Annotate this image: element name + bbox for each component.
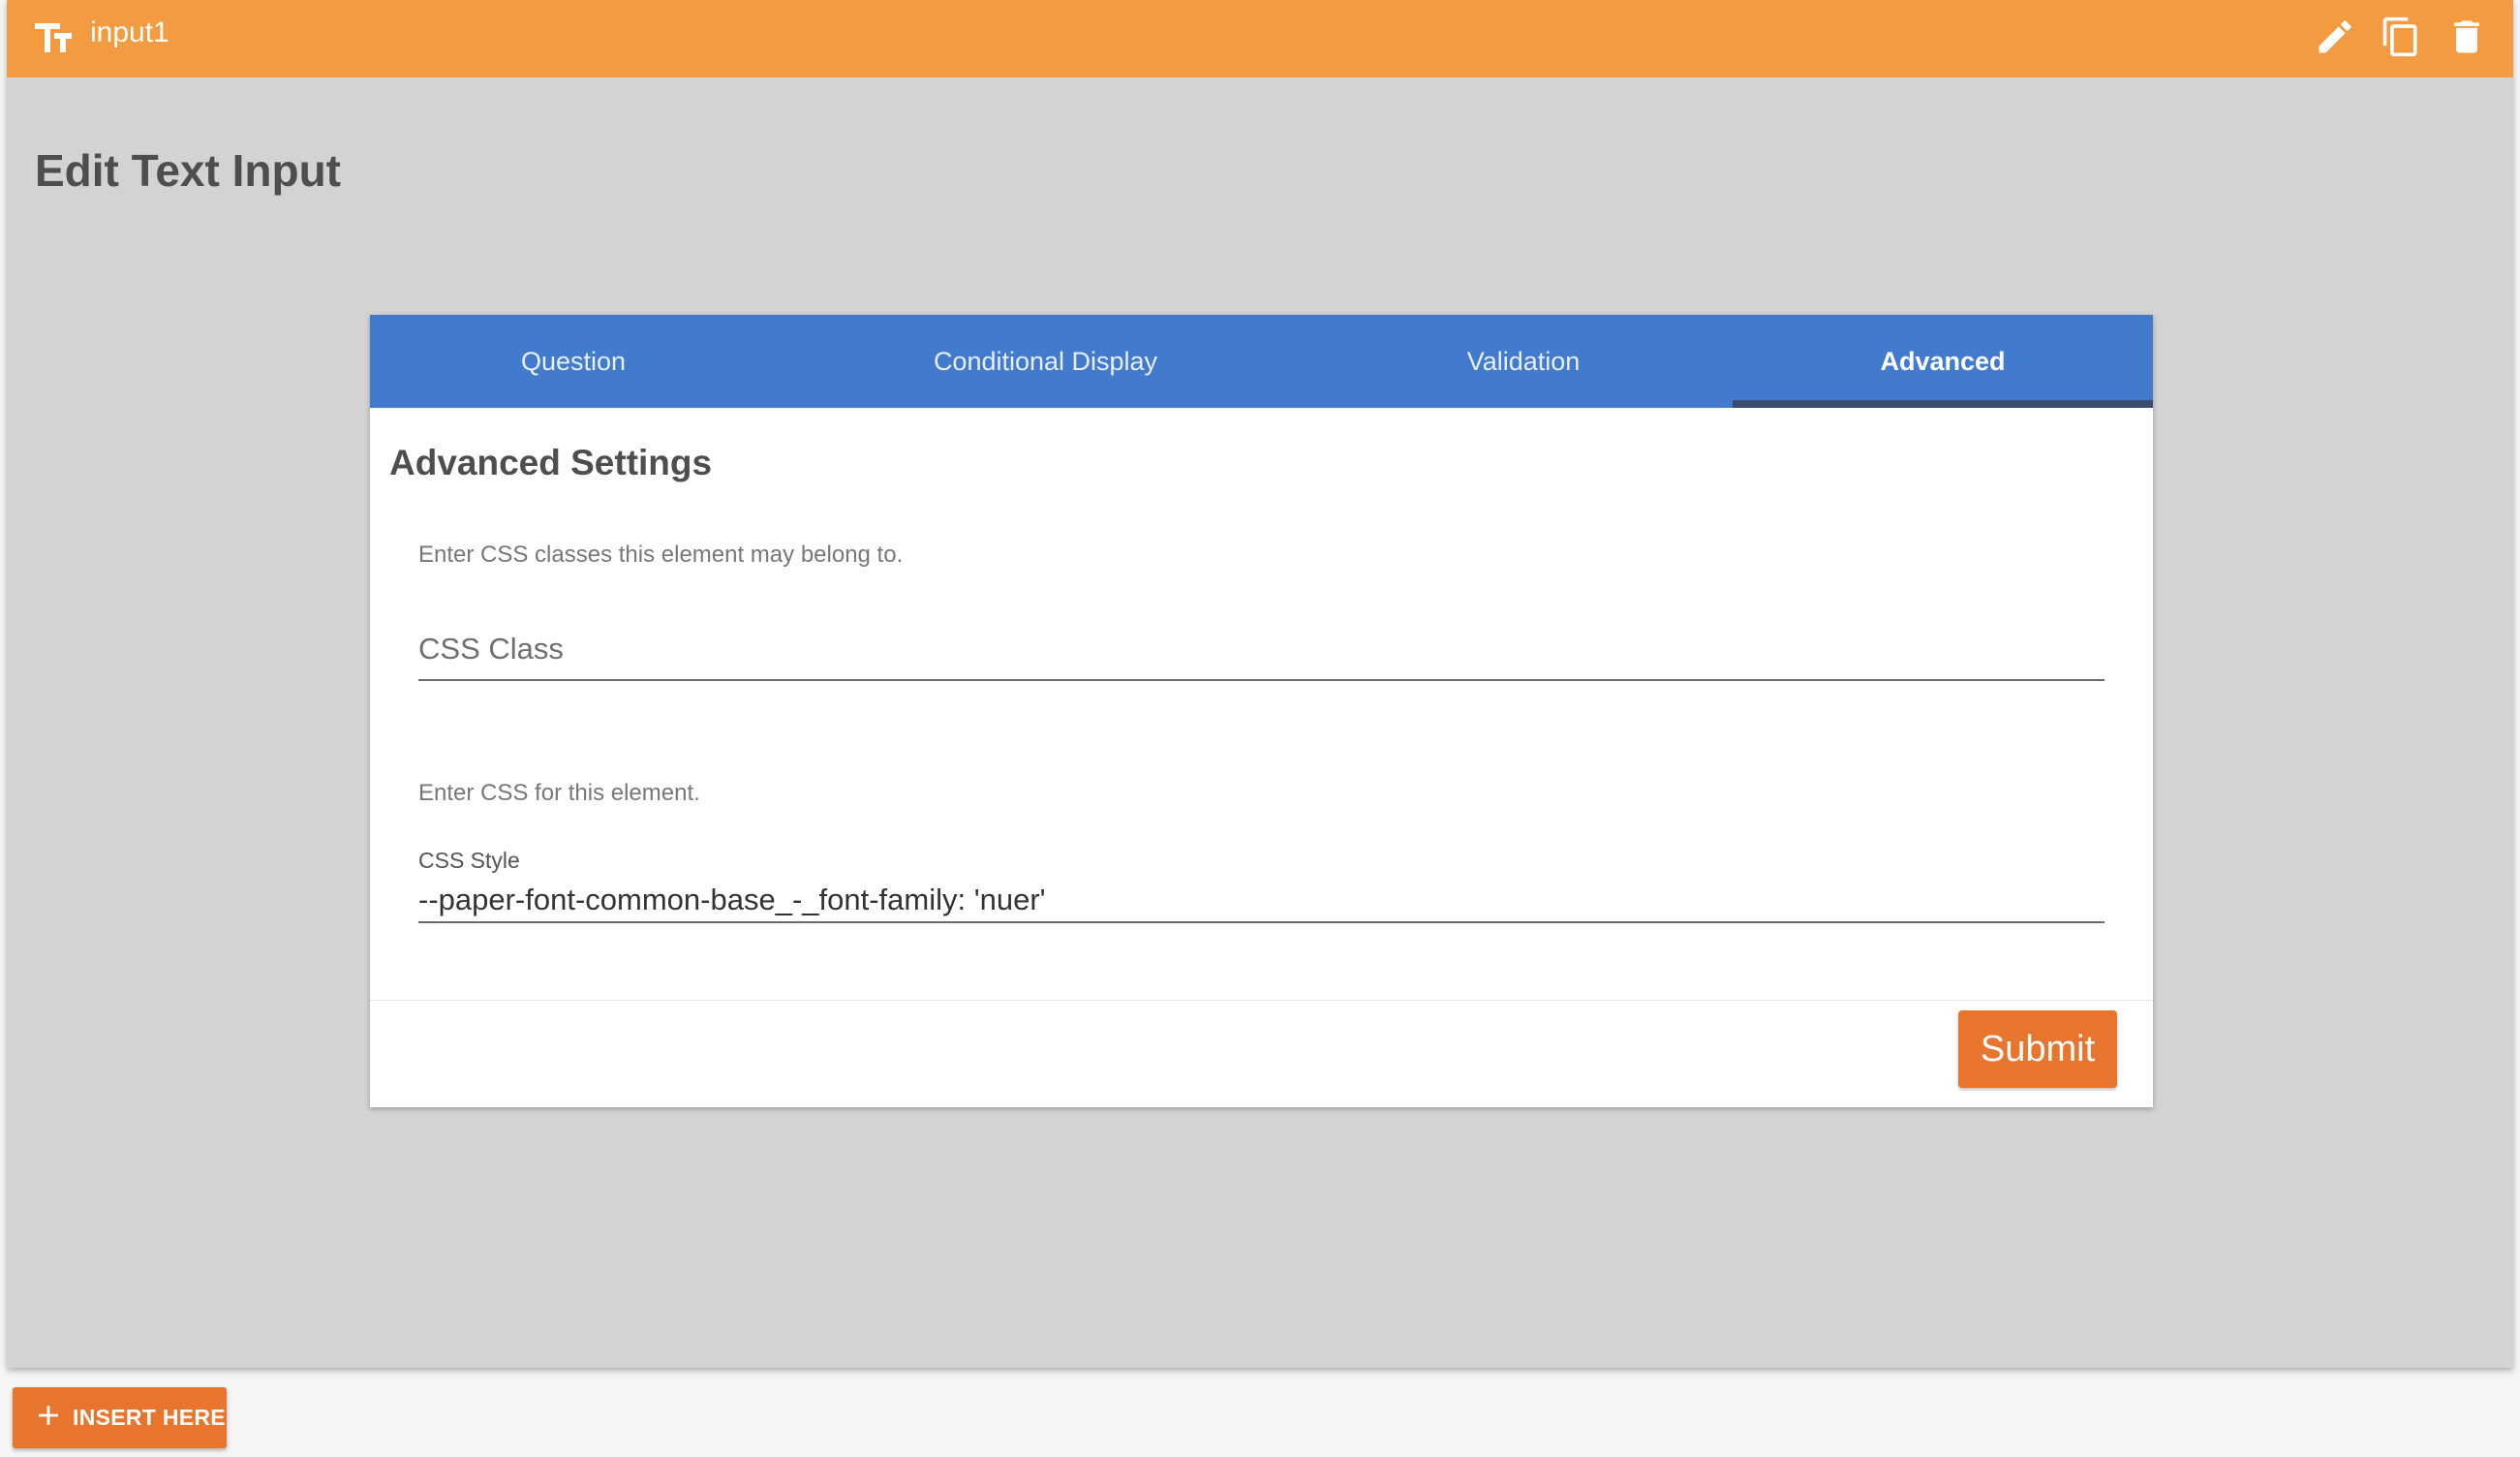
trash-icon xyxy=(2445,16,2488,63)
css-style-input[interactable] xyxy=(418,879,2105,921)
delete-button[interactable] xyxy=(2440,12,2494,66)
css-class-field xyxy=(418,621,2105,681)
css-style-label: CSS Style xyxy=(418,848,520,873)
plus-icon xyxy=(32,1399,73,1437)
element-editor-panel: input1 Edit Text Input Question Conditio… xyxy=(7,0,2513,1368)
css-style-field: CSS Style xyxy=(418,846,2105,923)
css-style-help: Enter CSS for this element. xyxy=(418,780,700,806)
css-class-help: Enter CSS classes this element may belon… xyxy=(418,542,904,568)
edit-button[interactable] xyxy=(2308,12,2362,66)
card-divider xyxy=(370,1000,2153,1001)
tab-question[interactable]: Question xyxy=(370,315,777,408)
header-actions xyxy=(2296,12,2494,66)
tab-advanced[interactable]: Advanced xyxy=(1733,315,2153,408)
insert-here-button[interactable]: INSERT HERE xyxy=(13,1387,227,1448)
tab-conditional-display[interactable]: Conditional Display xyxy=(777,315,1314,408)
insert-here-label: INSERT HERE xyxy=(73,1405,226,1430)
copy-button[interactable] xyxy=(2374,12,2428,66)
css-class-input[interactable] xyxy=(418,621,2105,677)
section-title: Advanced Settings xyxy=(389,443,713,482)
copy-icon xyxy=(2380,16,2422,63)
pencil-icon xyxy=(2314,16,2356,63)
tab-validation[interactable]: Validation xyxy=(1314,315,1733,408)
text-fields-icon xyxy=(30,16,77,62)
submit-button[interactable]: Submit xyxy=(1958,1010,2117,1088)
page-title: Edit Text Input xyxy=(35,145,342,196)
element-header-bar: input1 xyxy=(7,0,2513,78)
edit-dialog-card: Question Conditional Display Validation … xyxy=(370,315,2153,1107)
element-name: input1 xyxy=(90,16,169,48)
tab-bar: Question Conditional Display Validation … xyxy=(370,315,2153,408)
active-tab-indicator xyxy=(1733,400,2153,408)
